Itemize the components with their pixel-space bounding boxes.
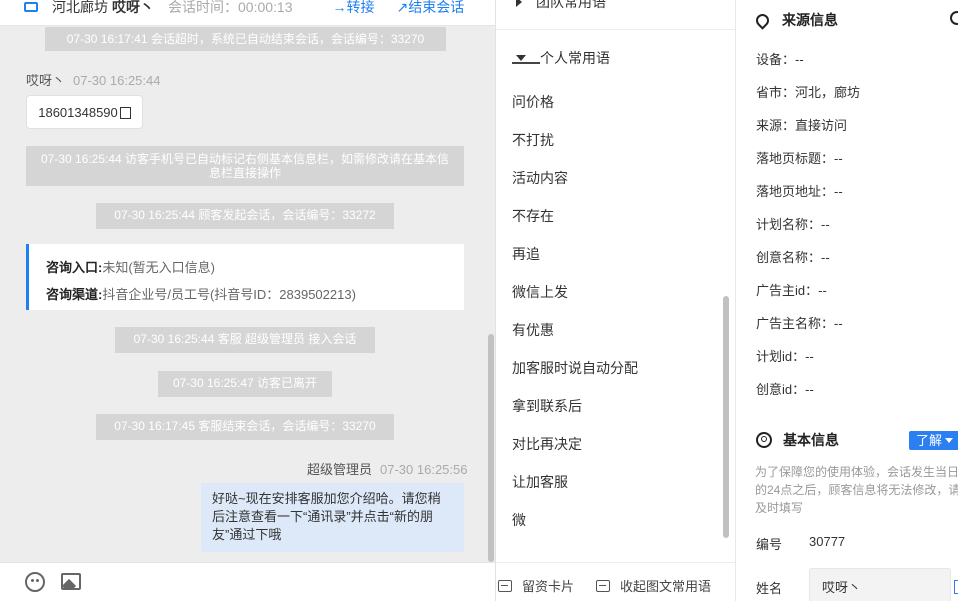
chat-panel: 河北廊坊 哎呀丶 会话时间：00:00:13 →转接 ↗结束会话 07-30 1… [0, 0, 496, 601]
monitor-icon [24, 1, 38, 12]
location-pin-icon [753, 10, 772, 30]
field-plan-id: 计划id：-- [756, 349, 814, 364]
consult-channel-value: 抖音企业号/员工号(抖音号ID：2839502213) [102, 287, 356, 302]
phrase-item[interactable]: 活动内容 [512, 167, 638, 205]
phrase-item[interactable]: 再追 [512, 243, 638, 281]
lead-card-button[interactable]: 留资卡片 [498, 576, 574, 595]
phrase-item[interactable]: 微 [512, 509, 638, 547]
phrase-item[interactable]: 微信上发 [512, 281, 638, 319]
system-message: 07-30 16:25:44 客服 超级管理员 接入会话 [115, 327, 375, 353]
team-phrases-group[interactable]: 团队常用语 [516, 0, 606, 12]
consult-entry-label: 咨询入口: [46, 260, 103, 275]
agent-name: 超级管理员 [307, 462, 373, 477]
field-advertiser-name: 广告主名称：-- [756, 316, 843, 331]
card-icon [498, 579, 512, 592]
phrase-item[interactable]: 让加客服 [512, 471, 638, 509]
end-session-button[interactable]: ↗结束会话 [397, 0, 465, 17]
copy-icon[interactable] [119, 107, 131, 119]
collapse-phrases-label: 收起图文常用语 [620, 579, 712, 594]
team-phrases-label: 团队常用语 [536, 0, 606, 10]
visitor-name: 哎呀丶 [26, 73, 66, 88]
field-advertiser-id: 广告主id：-- [756, 283, 827, 298]
field-province: 省市：河北，廊坊 [756, 85, 861, 100]
caret-right-icon [516, 0, 522, 7]
phrase-item[interactable]: 对比再决定 [512, 433, 638, 471]
number-label: 编号 [756, 537, 783, 552]
end-session-label: 结束会话 [408, 0, 465, 15]
name-row: 姓名 [756, 578, 782, 597]
agent-name-line: 超级管理员 07-30 16:25:56 [307, 459, 467, 478]
consult-card: 咨询入口:未知(暂无入口信息) 咨询渠道:抖音企业号/员工号(抖音号ID：283… [26, 244, 464, 310]
person-icon [756, 432, 772, 448]
clipped-phrase-item [512, 60, 542, 67]
agent-message-bubble: 好哒~现在安排客服加您介绍哈。请您稍后注意查看一下“通讯录”并点击“新的朋友”通… [201, 483, 464, 552]
consult-entry: 咨询入口:未知(暂无入口信息) [46, 254, 464, 281]
basic-info-title: 基本信息 [756, 430, 839, 450]
info-note: 为了保障您的使用体验，会话发生当日的24点之后，顾客信息将无法修改，请及时填写 [755, 465, 958, 515]
message-time: 07-30 16:25:44 [73, 73, 161, 88]
name-field[interactable]: 哎呀丶 [809, 568, 951, 601]
image-icon[interactable] [61, 573, 81, 590]
session-time: 会话时间：00:00:13 [168, 0, 293, 15]
name-label: 姓名 [756, 581, 783, 596]
field-source: 来源：直接访问 [756, 118, 848, 133]
visitor-info-panel: 来源信息 设备：-- 省市：河北，廊坊 来源：直接访问 落地页标题：-- 落地页… [736, 0, 958, 601]
system-message: 07-30 16:25:47 访客已离开 [158, 371, 332, 397]
phrase-item[interactable]: 有优惠 [512, 319, 638, 357]
phrases-scrollbar[interactable] [723, 296, 729, 538]
consult-entry-value: 未知(暂无入口信息) [102, 260, 216, 275]
learn-more-dropdown[interactable]: 了解 [909, 431, 958, 450]
field-creative-id: 创意id：-- [756, 382, 814, 397]
consult-channel-label: 咨询渠道: [46, 287, 103, 302]
field-plan-name: 计划名称：-- [756, 217, 830, 232]
phrase-item[interactable]: 不打扰 [512, 129, 638, 167]
system-message: 07-30 16:25:44 顾客发起会话，会话编号：33272 [96, 203, 394, 229]
phrases-toolbar: 留资卡片 收起图文常用语 [496, 562, 735, 601]
field-device: 设备：-- [756, 52, 804, 67]
phrase-item[interactable]: 拿到联系后 [512, 395, 638, 433]
phrase-item[interactable]: 问价格 [512, 91, 638, 129]
transfer-label: 转接 [346, 0, 375, 15]
source-info-title: 来源信息 [753, 10, 838, 30]
phone-number: 18601348590 [38, 104, 118, 120]
visitor-name-line: 哎呀丶 07-30 16:25:44 [26, 70, 160, 89]
number-value: 30777 [809, 534, 846, 549]
phrases-icon [596, 579, 610, 592]
number-row: 编号 30777 [756, 534, 845, 553]
emoji-icon[interactable] [25, 572, 45, 592]
field-landing-url: 落地页地址：-- [756, 184, 843, 199]
phone-message[interactable]: 18601348590 [26, 95, 143, 129]
system-message: 07-30 16:17:41 会话超时，系统已自动结束会话，会话编号：33270 [45, 27, 446, 51]
field-landing-title: 落地页标题：-- [756, 151, 843, 166]
transfer-button[interactable]: →转接 [333, 0, 375, 17]
edit-icon[interactable] [954, 580, 958, 594]
source-info-label: 来源信息 [782, 12, 838, 28]
field-creative-name: 创意名称：-- [756, 250, 830, 265]
phrase-item[interactable]: 不存在 [512, 205, 638, 243]
chat-toolbar [0, 562, 495, 601]
message-time: 07-30 16:25:56 [380, 462, 468, 477]
visitor-location: 河北廊坊 [52, 0, 108, 15]
visitor-nickname: 哎呀丶 [112, 0, 154, 15]
system-message: 07-30 16:25:44 访客手机号已自动标记右侧基本信息栏，如需修改请在基… [26, 146, 464, 186]
phrase-item[interactable]: 加客服时说自动分配 [512, 357, 638, 395]
personal-phrases-label: 个人常用语 [540, 50, 610, 66]
collapse-phrases-button[interactable]: 收起图文常用语 [596, 576, 711, 595]
chat-header: 河北廊坊 哎呀丶 会话时间：00:00:13 →转接 ↗结束会话 [0, 0, 495, 26]
system-message: 07-30 16:17:45 客服结束会话，会话编号：33270 [96, 414, 394, 440]
collapse-icon[interactable] [950, 11, 958, 25]
basic-info-label: 基本信息 [783, 432, 839, 448]
consult-channel: 咨询渠道:抖音企业号/员工号(抖音号ID：2839502213) [46, 281, 464, 308]
chat-scrollbar[interactable] [488, 334, 494, 562]
phrases-panel: 团队常用语 个人常用语 问价格 不打扰 活动内容 不存在 再追 微信上发 有优惠… [496, 0, 736, 601]
lead-card-label: 留资卡片 [522, 579, 575, 594]
phrase-list: 问价格 不打扰 活动内容 不存在 再追 微信上发 有优惠 加客服时说自动分配 拿… [512, 91, 638, 547]
divider [496, 29, 735, 30]
